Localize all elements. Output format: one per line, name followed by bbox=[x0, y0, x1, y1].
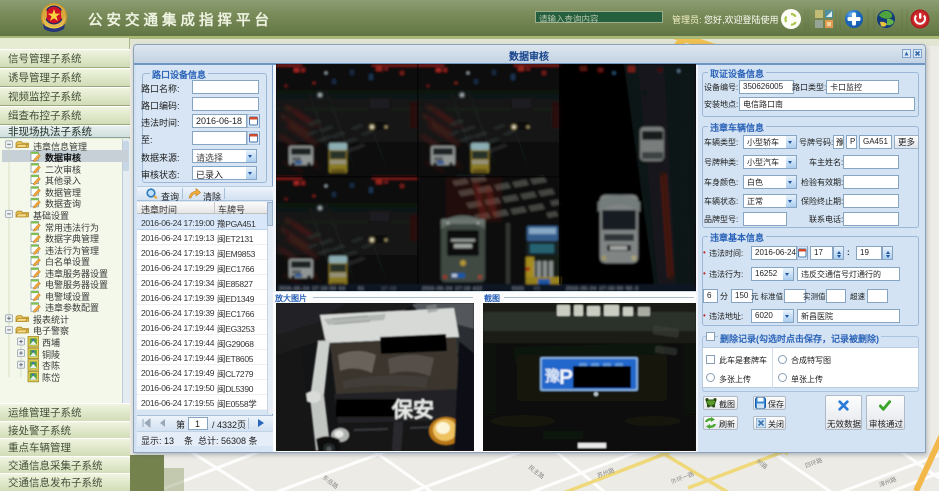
svg-text:P: P bbox=[559, 366, 573, 389]
svg-text:豫: 豫 bbox=[545, 365, 560, 386]
svg-text:保安: 保安 bbox=[391, 394, 434, 424]
